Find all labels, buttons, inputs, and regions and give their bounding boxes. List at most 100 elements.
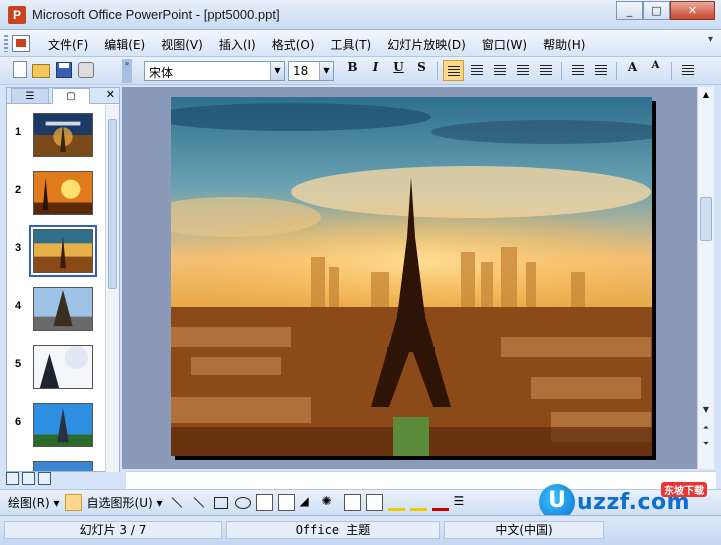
- scroll-down-icon[interactable]: ▼: [700, 405, 712, 419]
- bold-button[interactable]: B: [342, 60, 363, 81]
- menu-help[interactable]: 帮助(H): [535, 36, 593, 53]
- document-icon[interactable]: [12, 35, 30, 52]
- language-indicator: 中文(中国): [444, 521, 604, 539]
- indent-button[interactable]: [677, 60, 698, 81]
- chevron-down-icon[interactable]: ▼: [319, 62, 333, 80]
- pane-tabs: ☰ ▢ ✕: [7, 88, 119, 104]
- slide-thumbnail-image: [29, 225, 97, 277]
- textbox-icon[interactable]: [255, 494, 273, 511]
- tab-slides[interactable]: ▢: [52, 88, 90, 104]
- bullets-icon: [594, 65, 607, 75]
- font-size-combo[interactable]: 18 ▼: [288, 61, 334, 81]
- title-bar: P Microsoft Office PowerPoint - [ppt5000…: [0, 0, 721, 30]
- close-pane-icon[interactable]: ✕: [106, 88, 115, 101]
- picture-icon[interactable]: [365, 494, 383, 511]
- open-button[interactable]: [32, 60, 52, 80]
- toolbar-options-icon[interactable]: »: [122, 59, 132, 83]
- select-objects-icon[interactable]: [64, 494, 82, 511]
- permission-button[interactable]: [76, 60, 96, 80]
- align-right-button[interactable]: [489, 60, 510, 81]
- format-buttons: B I U S A A: [342, 60, 698, 81]
- save-button[interactable]: [54, 60, 74, 80]
- tab-outline[interactable]: ☰: [11, 88, 49, 104]
- font-color-icon[interactable]: [431, 494, 449, 511]
- increase-font-button[interactable]: A: [622, 60, 643, 81]
- justify-button[interactable]: [512, 60, 533, 81]
- powerpoint-icon[interactable]: P: [8, 6, 26, 24]
- scrollbar-thumb[interactable]: [108, 119, 117, 289]
- normal-view-icon[interactable]: [6, 472, 19, 485]
- slide-number: 4: [15, 300, 22, 312]
- toolbar-grip[interactable]: [4, 35, 8, 52]
- window-title: Microsoft Office PowerPoint - [ppt5000.p…: [32, 7, 280, 22]
- scrollbar-thumb[interactable]: [700, 197, 712, 241]
- slide-thumbnail[interactable]: 5: [7, 342, 103, 392]
- autoshapes-button[interactable]: 自选图形(U) ▾: [87, 494, 163, 511]
- rectangle-icon[interactable]: [212, 494, 229, 511]
- slide-scrollbar[interactable]: ▲ ▼ ⏶ ⏷: [697, 87, 714, 469]
- chevron-down-icon[interactable]: ▼: [270, 62, 284, 80]
- line-color-icon[interactable]: [409, 494, 427, 511]
- previous-slide-icon[interactable]: ⏶: [700, 423, 712, 437]
- numbering-button[interactable]: [567, 60, 588, 81]
- scroll-up-icon[interactable]: ▲: [700, 90, 712, 102]
- shadow-button[interactable]: S: [411, 60, 432, 81]
- slide-thumbnail[interactable]: 7: [7, 458, 103, 471]
- menu-insert[interactable]: 插入(I): [211, 36, 264, 53]
- menu-tools[interactable]: 工具(T): [323, 36, 380, 53]
- slide-thumbnail[interactable]: 4: [7, 284, 103, 334]
- new-document-button[interactable]: [10, 60, 30, 80]
- line-icon[interactable]: [168, 494, 185, 511]
- minimize-button[interactable]: _: [616, 1, 643, 20]
- slide-thumbnail-image: [33, 171, 93, 215]
- slide-thumbnail[interactable]: 1: [7, 110, 103, 160]
- slide-number: 2: [15, 184, 22, 196]
- menu-edit[interactable]: 编辑(E): [96, 36, 153, 53]
- distribute-icon: [539, 65, 552, 75]
- slide-thumbnail-image: [33, 113, 93, 157]
- bullets-button[interactable]: [590, 60, 611, 81]
- wordart-icon[interactable]: ◢: [300, 494, 317, 511]
- maximize-button[interactable]: □: [643, 1, 670, 20]
- vertical-textbox-icon[interactable]: [277, 494, 295, 511]
- font-name-value: 宋体: [149, 66, 174, 80]
- menu-window[interactable]: 窗口(W): [474, 36, 535, 53]
- arrow-icon[interactable]: [190, 494, 207, 511]
- close-button[interactable]: ✕: [670, 1, 715, 20]
- menu-slideshow[interactable]: 幻灯片放映(D): [379, 36, 474, 53]
- new-icon: [13, 61, 27, 78]
- fill-color-icon[interactable]: [387, 494, 405, 511]
- slide-thumbnail[interactable]: 6: [7, 400, 103, 450]
- thumbnails-scrollbar[interactable]: [105, 105, 119, 472]
- slideshow-view-icon[interactable]: [38, 472, 51, 485]
- slide-sorter-view-icon[interactable]: [22, 472, 35, 485]
- next-slide-icon[interactable]: ⏷: [700, 439, 712, 453]
- separator: [616, 61, 617, 80]
- uzzf-badge: 东坡下载: [661, 482, 707, 497]
- decrease-font-button[interactable]: A: [645, 60, 666, 81]
- slide-thumbnail[interactable]: 2: [7, 168, 103, 218]
- menu-overflow-icon[interactable]: [685, 34, 713, 52]
- menu-format[interactable]: 格式(O): [264, 36, 323, 53]
- font-name-combo[interactable]: 宋体 ▼: [144, 61, 285, 81]
- formatting-toolbar: » 宋体 ▼ 18 ▼ B I U S A A: [0, 57, 721, 85]
- view-buttons: [6, 472, 51, 485]
- diagram-icon[interactable]: ✺: [322, 494, 339, 511]
- clipart-icon[interactable]: [343, 494, 361, 511]
- distribute-button[interactable]: [535, 60, 556, 81]
- align-left-button[interactable]: [443, 60, 464, 81]
- numbering-icon: [571, 65, 584, 75]
- align-center-button[interactable]: [466, 60, 487, 81]
- oval-icon[interactable]: [234, 494, 251, 511]
- italic-button[interactable]: I: [365, 60, 386, 81]
- menu-view[interactable]: 视图(V): [153, 36, 211, 53]
- line-style-icon[interactable]: ☰: [454, 494, 471, 511]
- slide-thumbnail-image: [33, 287, 93, 331]
- slide-thumbnail-selected[interactable]: 3: [7, 225, 103, 277]
- draw-menu-button[interactable]: 绘图(R) ▾: [8, 494, 60, 511]
- window-controls: _ □ ✕: [616, 1, 715, 20]
- underline-button[interactable]: U: [388, 60, 409, 81]
- slide-thumbnail-image: [33, 345, 93, 389]
- menu-file[interactable]: 文件(F): [40, 36, 96, 53]
- current-slide[interactable]: [171, 97, 652, 456]
